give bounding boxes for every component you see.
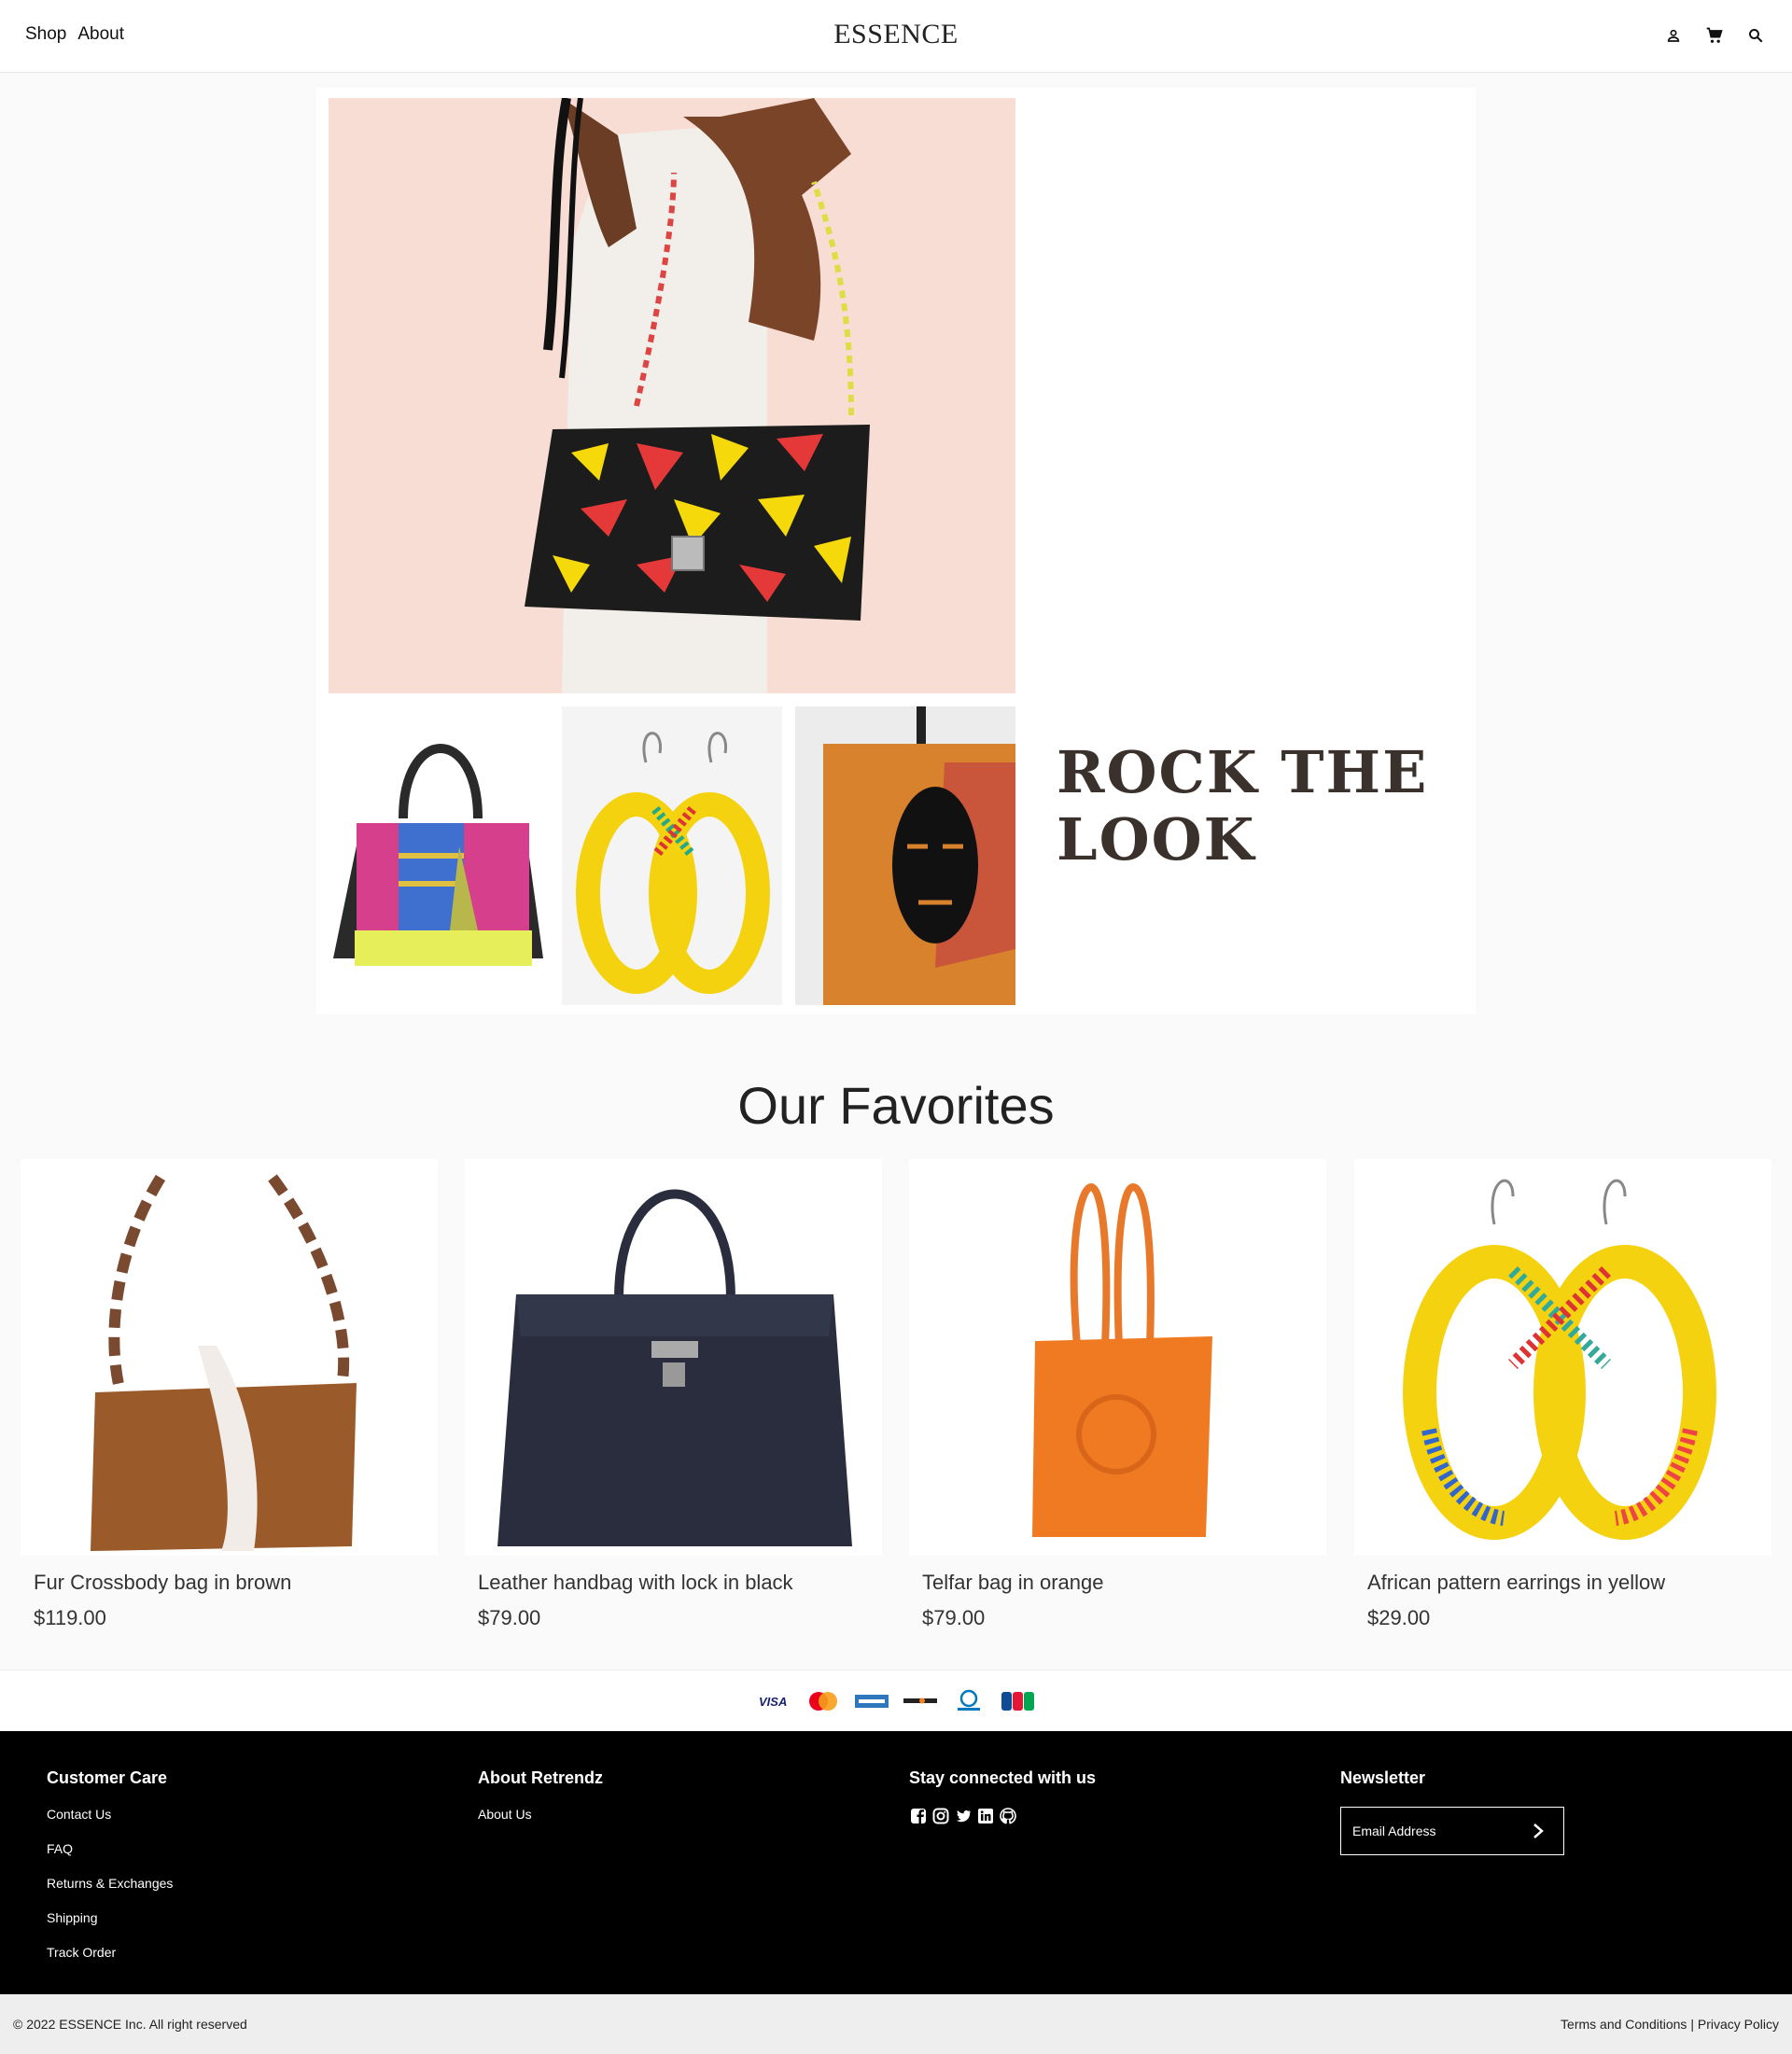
hero-banner: ROCK THE LOOK (316, 88, 1476, 1014)
footer-heading: Newsletter (1340, 1768, 1426, 1787)
footer-social: Stay connected with us (909, 1768, 1096, 1825)
product-name[interactable]: African pattern earrings in yellow (1354, 1571, 1771, 1595)
newsletter-submit-button[interactable] (1524, 1817, 1552, 1845)
terms-link[interactable]: Terms and Conditions (1561, 2017, 1687, 2032)
search-icon[interactable] (1745, 25, 1766, 46)
favorites-grid: Fur Crossbody bag in brown $119.00 Leath… (21, 1159, 1771, 1644)
product-name[interactable]: Fur Crossbody bag in brown (21, 1571, 438, 1595)
privacy-link[interactable]: Privacy Policy (1698, 2017, 1779, 2032)
footer-link-faq[interactable]: FAQ (47, 1841, 173, 1856)
newsletter-email-input[interactable] (1352, 1823, 1511, 1838)
instagram-icon[interactable] (931, 1807, 950, 1825)
copyright-text: © 2022 ESSENCE Inc. All right reserved (13, 2017, 247, 2032)
legal-separator: | (1690, 2017, 1694, 2032)
social-links (909, 1807, 1096, 1825)
product-price: $119.00 (34, 1606, 106, 1629)
footer-heading: Customer Care (47, 1768, 168, 1787)
product-card[interactable]: Fur Crossbody bag in brown $119.00 (21, 1159, 438, 1630)
product-price: $29.00 (1367, 1606, 1431, 1629)
hero-thumb-handbag[interactable] (329, 706, 549, 1005)
hero-thumb-earrings[interactable] (562, 706, 782, 1005)
product-name[interactable]: Telfar bag in orange (909, 1571, 1326, 1595)
footer-link-contact-us[interactable]: Contact Us (47, 1807, 173, 1822)
hero-main-image[interactable] (329, 98, 1015, 693)
footer-link-track-order[interactable]: Track Order (47, 1945, 173, 1960)
amex-icon (853, 1689, 890, 1713)
diners-club-icon (950, 1689, 987, 1713)
footer-heading: Stay connected with us (909, 1768, 1097, 1787)
github-icon[interactable] (999, 1807, 1017, 1825)
footer-customer-care: Customer Care Contact Us FAQ Returns & E… (47, 1768, 173, 1979)
site-footer: Customer Care Contact Us FAQ Returns & E… (0, 1731, 1792, 1994)
hero-thumb-tote[interactable] (795, 706, 1015, 1005)
product-card[interactable]: Telfar bag in orange $79.00 (909, 1159, 1326, 1630)
product-image[interactable] (1354, 1159, 1771, 1556)
svg-text:VISA: VISA (759, 1695, 787, 1709)
jcb-icon (999, 1689, 1036, 1713)
footer-about: About Retrendz About Us (478, 1768, 603, 1841)
product-name[interactable]: Leather handbag with lock in black (465, 1571, 882, 1595)
cart-icon[interactable] (1704, 25, 1725, 46)
favorites-heading: Our Favorites (737, 1076, 1055, 1135)
product-image[interactable] (909, 1159, 1326, 1556)
product-price: $79.00 (478, 1606, 541, 1629)
footer-link-about-us[interactable]: About Us (478, 1807, 603, 1822)
account-icon[interactable] (1663, 25, 1684, 46)
twitter-icon[interactable] (954, 1807, 973, 1825)
site-header: Shop About ESSENCE (0, 0, 1792, 73)
payment-methods: VISA (0, 1670, 1792, 1731)
footer-link-shipping[interactable]: Shipping (47, 1910, 173, 1925)
product-image[interactable] (465, 1159, 882, 1556)
footer-newsletter: Newsletter (1340, 1768, 1564, 1855)
product-price: $79.00 (922, 1606, 986, 1629)
product-card[interactable]: Leather handbag with lock in black $79.0… (465, 1159, 882, 1630)
header-actions (1663, 25, 1766, 46)
visa-icon: VISA (756, 1689, 793, 1713)
legal-links: Terms and Conditions | Privacy Policy (1561, 2017, 1779, 2032)
linkedin-icon[interactable] (976, 1807, 995, 1825)
discover-icon (902, 1689, 939, 1713)
bottom-bar: © 2022 ESSENCE Inc. All right reserved T… (0, 1994, 1792, 2054)
footer-link-returns[interactable]: Returns & Exchanges (47, 1876, 173, 1891)
mastercard-icon (805, 1689, 842, 1713)
facebook-icon[interactable] (909, 1807, 928, 1825)
product-image[interactable] (21, 1159, 438, 1556)
chevron-right-icon (1533, 1823, 1544, 1838)
footer-heading: About Retrendz (478, 1768, 603, 1787)
site-logo[interactable]: ESSENCE (0, 19, 1792, 50)
newsletter-form (1340, 1807, 1564, 1855)
product-card[interactable]: African pattern earrings in yellow $29.0… (1354, 1159, 1771, 1630)
hero-title: ROCK THE LOOK (1057, 738, 1429, 873)
